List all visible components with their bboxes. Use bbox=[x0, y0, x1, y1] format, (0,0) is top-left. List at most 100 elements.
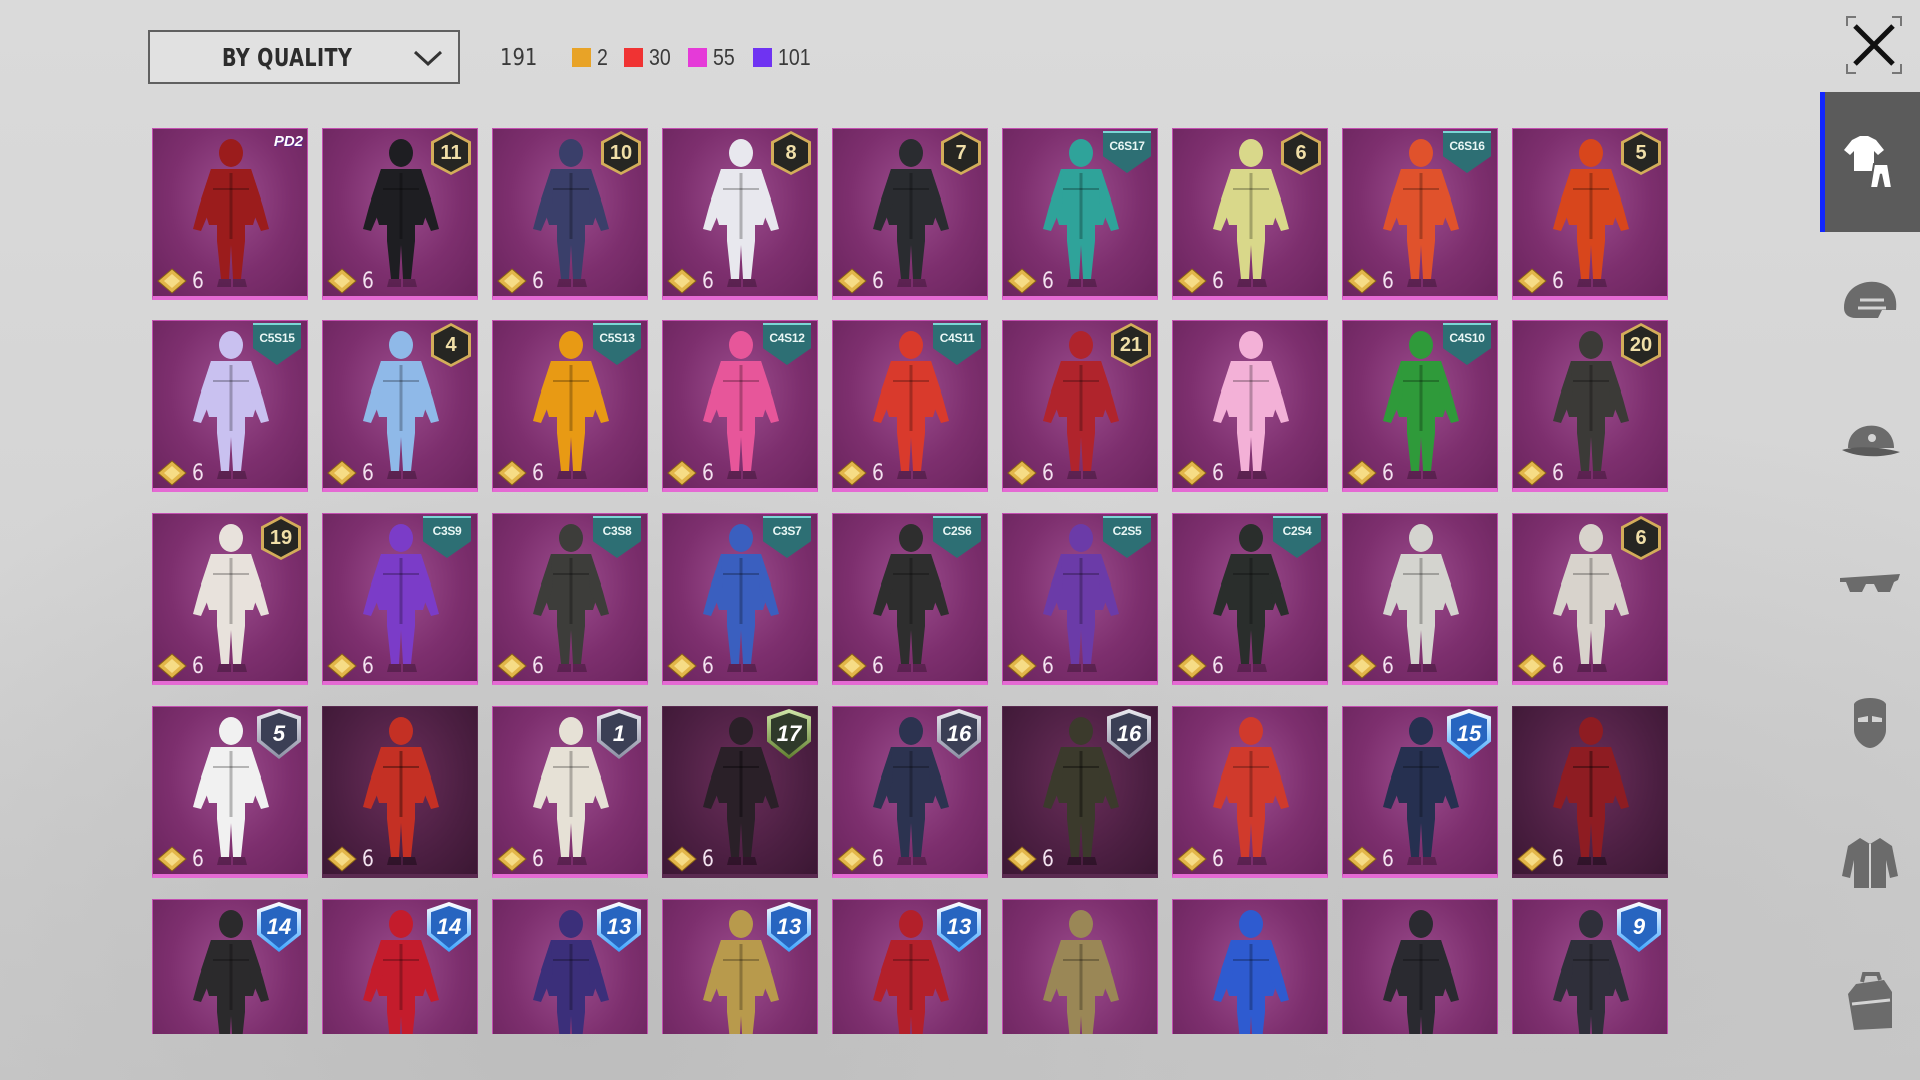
season-badge: C5S15 bbox=[253, 323, 301, 365]
outfit-card[interactable]: C3S7 6 bbox=[662, 513, 818, 685]
rank-indicator: 6 bbox=[837, 846, 885, 872]
outfit-card[interactable]: 86 bbox=[662, 128, 818, 300]
rank-diamond-icon bbox=[837, 846, 867, 872]
outfit-card[interactable]: C4S12 6 bbox=[662, 320, 818, 492]
rank-value: 6 bbox=[1042, 653, 1054, 679]
close-button[interactable] bbox=[1846, 16, 1902, 74]
rank-diamond-icon bbox=[327, 653, 357, 679]
outfit-card[interactable]: 56 bbox=[1512, 128, 1668, 300]
outfit-card[interactable]: 136 bbox=[662, 899, 818, 1034]
rank-value: 6 bbox=[362, 268, 374, 294]
outfit-card[interactable]: 96 bbox=[1512, 899, 1668, 1034]
tier-badge: 16 bbox=[1107, 709, 1151, 759]
rank-diamond-icon bbox=[1517, 460, 1547, 486]
outfit-card[interactable]: C4S11 6 bbox=[832, 320, 988, 492]
tab-backpacks[interactable] bbox=[1820, 932, 1920, 1072]
rank-indicator: 6 bbox=[327, 268, 375, 294]
outfit-card[interactable]: C3S9 6 bbox=[322, 513, 478, 685]
rank-diamond-icon bbox=[497, 460, 527, 486]
outfit-card[interactable]: 17 6 bbox=[662, 706, 818, 878]
outfit-card[interactable]: C4S10 6 bbox=[1342, 320, 1498, 492]
rank-diamond-icon bbox=[157, 653, 187, 679]
rank-value: 6 bbox=[1552, 846, 1564, 872]
season-badge: C2S5 bbox=[1103, 516, 1151, 558]
outfit-card[interactable]: 66 bbox=[1172, 128, 1328, 300]
rank-indicator: 6 bbox=[497, 460, 545, 486]
common-count: 101 bbox=[752, 44, 816, 71]
rank-diamond-icon bbox=[667, 653, 697, 679]
outfit-card[interactable]: 16 6 bbox=[832, 706, 988, 878]
tab-hats[interactable] bbox=[1820, 372, 1920, 512]
outfit-card[interactable]: 19 6 bbox=[152, 513, 308, 685]
rank-value: 6 bbox=[1552, 268, 1564, 294]
rank-diamond-icon bbox=[327, 846, 357, 872]
outfit-card[interactable]: C6S17 6 bbox=[1002, 128, 1158, 300]
outfit-grid: PD2 6 11 6 10 6 8 6 7 6 C6S17 6 6 6 C6S16 6 5 6 C5S15 6 4 6 C5… bbox=[152, 128, 1672, 1034]
outfit-card[interactable]: C2S4 6 bbox=[1172, 513, 1328, 685]
quality-sort-dropdown[interactable]: BY QUALITY bbox=[148, 30, 460, 84]
outfit-card[interactable]: 20 6 bbox=[1512, 320, 1668, 492]
rank-indicator: 6 bbox=[327, 846, 375, 872]
outfit-figure bbox=[1383, 910, 1459, 1034]
outfit-card[interactable]: 6 bbox=[1002, 899, 1158, 1034]
rank-value: 6 bbox=[1042, 846, 1054, 872]
outfit-card[interactable]: 6 bbox=[1172, 706, 1328, 878]
epic-swatch bbox=[623, 48, 643, 67]
outfit-card[interactable]: 6 bbox=[1172, 899, 1328, 1034]
outfit-card[interactable]: 6 bbox=[322, 706, 478, 878]
rank-indicator: 6 bbox=[1177, 846, 1225, 872]
outfit-card[interactable]: C6S16 6 bbox=[1342, 128, 1498, 300]
tab-masks[interactable] bbox=[1820, 652, 1920, 792]
rank-indicator: 6 bbox=[1517, 460, 1565, 486]
outfit-card[interactable]: 16 6 bbox=[1002, 706, 1158, 878]
outfit-card[interactable]: C2S5 6 bbox=[1002, 513, 1158, 685]
rank-diamond-icon bbox=[667, 846, 697, 872]
rank-value: 6 bbox=[532, 268, 544, 294]
rank-diamond-icon bbox=[1347, 846, 1377, 872]
outfit-card[interactable]: C5S13 6 bbox=[492, 320, 648, 492]
outfit-card[interactable]: PD2 6 bbox=[152, 128, 308, 300]
outfit-card[interactable]: 136 bbox=[832, 899, 988, 1034]
outfit-card[interactable]: C2S6 6 bbox=[832, 513, 988, 685]
outfit-card[interactable]: 46 bbox=[322, 320, 478, 492]
outfit-icon bbox=[1844, 136, 1894, 189]
rank-indicator: 6 bbox=[1007, 268, 1055, 294]
outfit-card[interactable]: 11 6 bbox=[322, 128, 478, 300]
rank-value: 6 bbox=[362, 460, 374, 486]
rank-indicator: 6 bbox=[327, 653, 375, 679]
level-badge: 11 bbox=[431, 131, 471, 175]
outfit-card[interactable]: 76 bbox=[832, 128, 988, 300]
outfit-card[interactable]: 146 bbox=[152, 899, 308, 1034]
rank-indicator: 6 bbox=[1517, 846, 1565, 872]
season-badge: C2S4 bbox=[1273, 516, 1321, 558]
tab-eyewear[interactable] bbox=[1820, 512, 1920, 652]
rank-value: 6 bbox=[192, 268, 204, 294]
outfit-card[interactable]: 56 bbox=[152, 706, 308, 878]
tab-jackets[interactable] bbox=[1820, 792, 1920, 932]
outfit-card[interactable]: 136 bbox=[492, 899, 648, 1034]
outfit-card[interactable]: 6 bbox=[1342, 899, 1498, 1034]
outfit-card[interactable]: C3S8 6 bbox=[492, 513, 648, 685]
outfit-card[interactable]: 6 bbox=[1172, 320, 1328, 492]
legendary-swatch bbox=[571, 48, 591, 67]
tab-outfits[interactable] bbox=[1820, 92, 1920, 232]
outfit-card[interactable]: 21 6 bbox=[1002, 320, 1158, 492]
outfit-card[interactable]: 16 bbox=[492, 706, 648, 878]
quality-counts: 191 2 30 55 101 bbox=[500, 44, 830, 71]
outfit-card[interactable]: 66 bbox=[1512, 513, 1668, 685]
rank-indicator: 6 bbox=[667, 460, 715, 486]
outfit-card[interactable]: 146 bbox=[322, 899, 478, 1034]
tier-badge: 13 bbox=[597, 902, 641, 952]
season-badge: C4S10 bbox=[1443, 323, 1491, 365]
tab-helmets[interactable] bbox=[1820, 232, 1920, 372]
outfit-card[interactable]: 10 6 bbox=[492, 128, 648, 300]
outfit-card[interactable]: 15 6 bbox=[1342, 706, 1498, 878]
outfit-card[interactable]: C5S15 6 bbox=[152, 320, 308, 492]
rank-indicator: 6 bbox=[667, 846, 715, 872]
rank-diamond-icon bbox=[1007, 460, 1037, 486]
rank-diamond-icon bbox=[1517, 653, 1547, 679]
outfit-card[interactable]: 6 bbox=[1512, 706, 1668, 878]
rank-indicator: 6 bbox=[667, 653, 715, 679]
rank-value: 6 bbox=[1042, 460, 1054, 486]
outfit-card[interactable]: 6 bbox=[1342, 513, 1498, 685]
